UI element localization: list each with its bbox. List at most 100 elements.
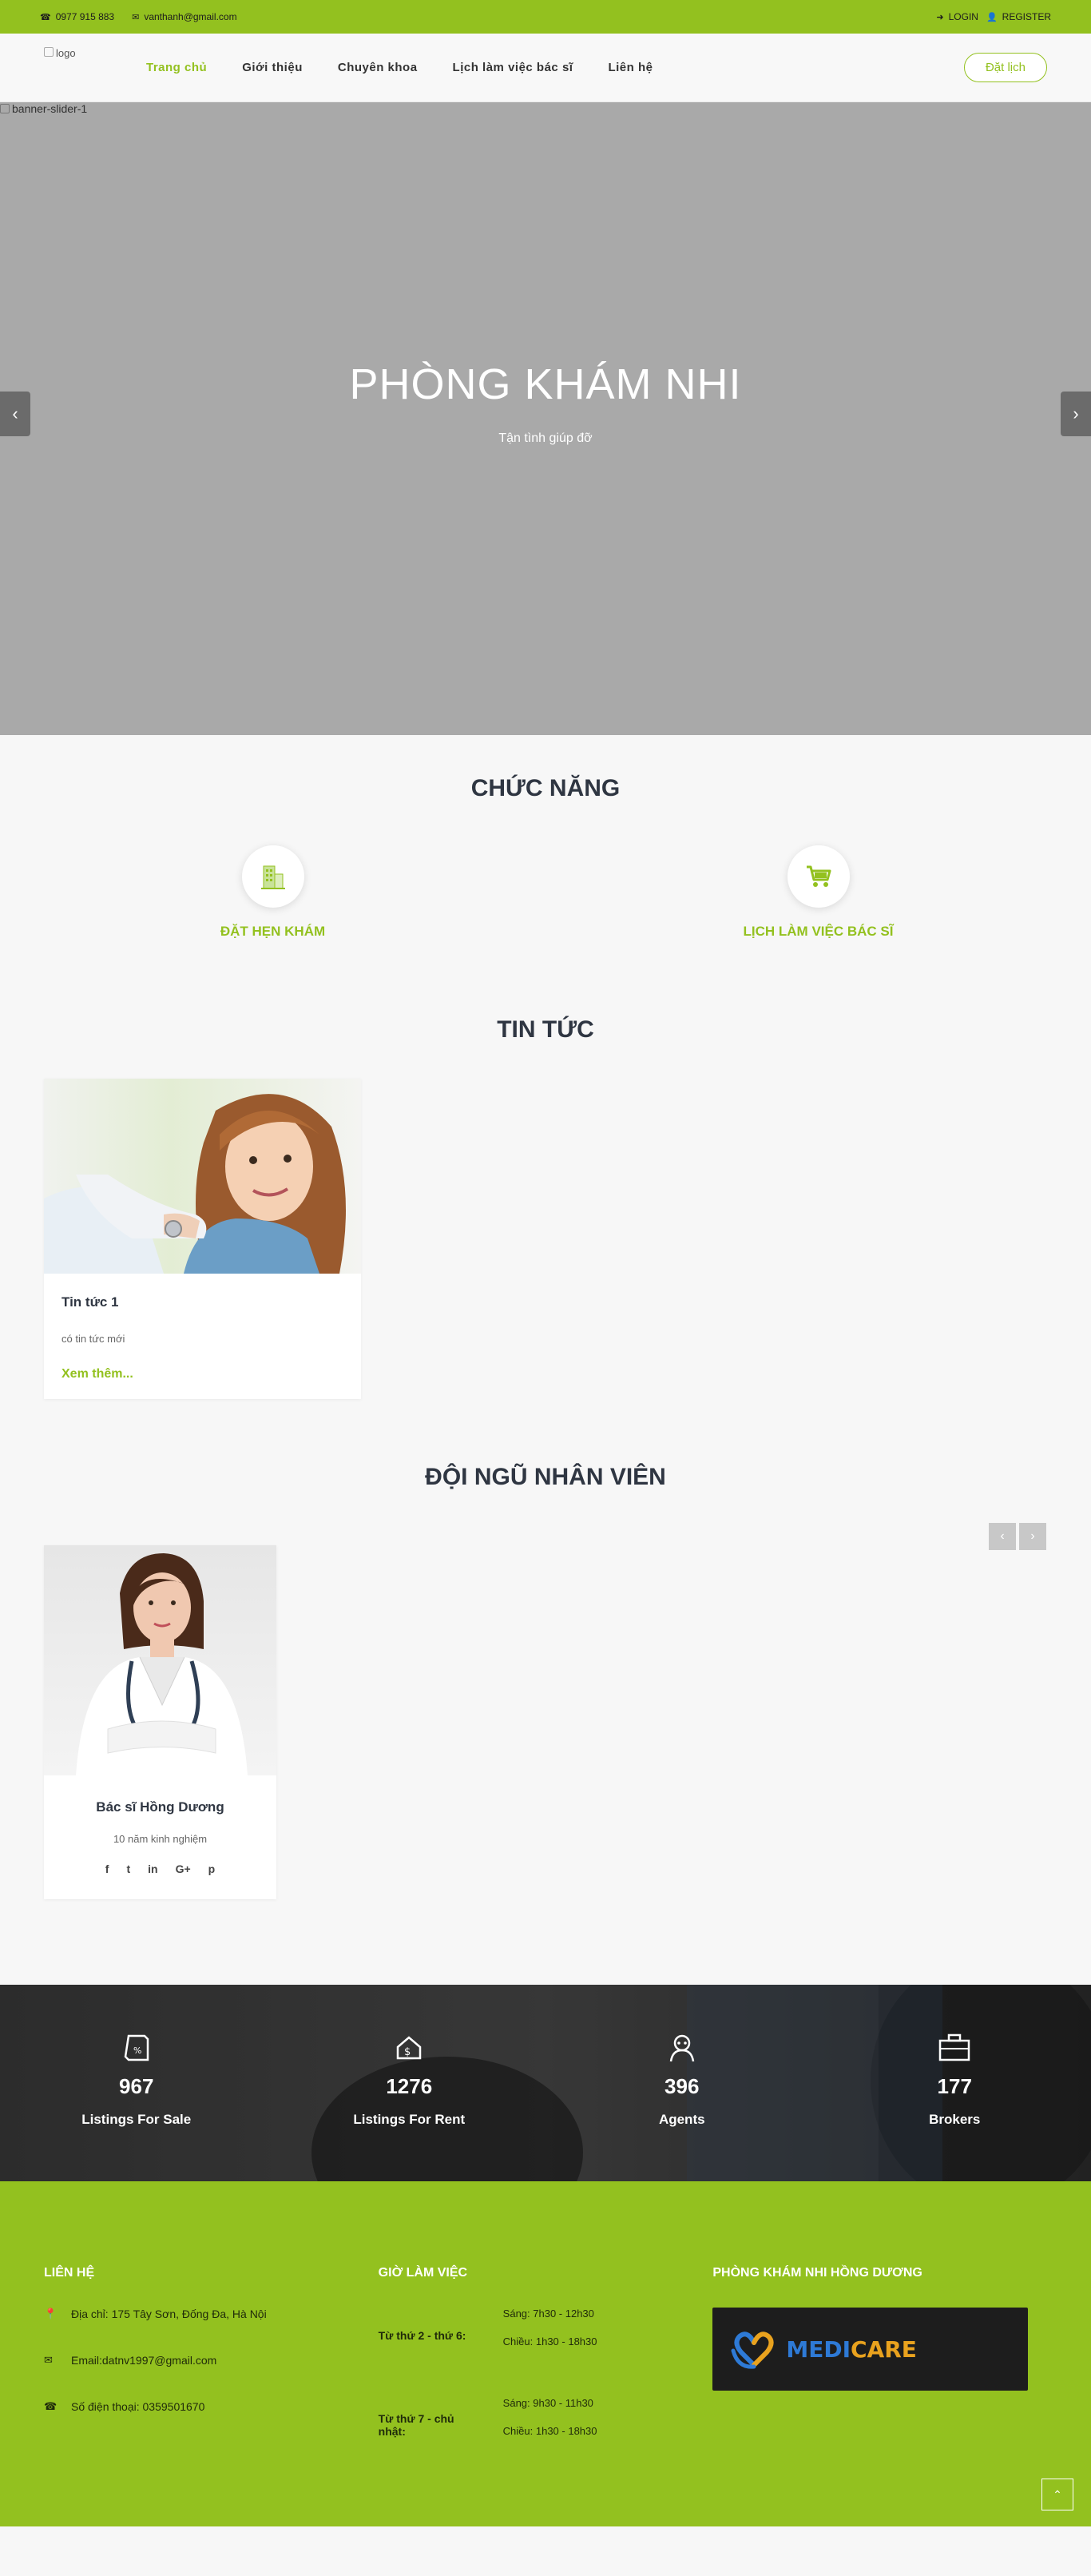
house-dollar-icon: $ — [397, 2036, 422, 2060]
feature-doctor-schedule[interactable]: LỊCH LÀM VIỆC BÁC SĨ — [546, 845, 1091, 940]
footer-phone[interactable]: ☎ Số điện thoại: 0359501670 — [44, 2400, 379, 2413]
hero-slider: banner-slider-1 PHÒNG KHÁM NHI Tận tình … — [0, 102, 1091, 735]
login-label: LOGIN — [948, 11, 978, 22]
news-card[interactable]: Tin tức 1 có tin tức mới Xem thêm... — [44, 1079, 361, 1399]
stat-value: 967 — [119, 2074, 154, 2098]
feature-label: ĐẶT HẸN KHÁM — [220, 924, 326, 939]
footer-hours-title: GIỜ LÀM VIỆC — [378, 2266, 468, 2280]
stat-value: 177 — [937, 2074, 972, 2098]
register-link[interactable]: 👤 REGISTER — [986, 11, 1051, 22]
footer-address: 📍 Địa chỉ: 175 Tây Sơn, Đống Đa, Hà Nội — [44, 2308, 379, 2320]
team-next-button[interactable]: › — [1019, 1523, 1046, 1550]
login-link[interactable]: ➜ LOGIN — [936, 11, 978, 22]
hero-image-alt: banner-slider-1 — [0, 102, 87, 115]
weekend-morning: Sáng: 9h30 - 11h30 — [502, 2397, 593, 2409]
chevron-right-icon: › — [1073, 403, 1079, 423]
menu: Trang chủ Giới thiệu Chuyên khoa Lịch là… — [146, 61, 653, 74]
register-label: REGISTER — [1002, 11, 1051, 22]
user-icon: 👤 — [986, 12, 998, 22]
stat-value: 1276 — [386, 2074, 433, 2098]
svg-text:%: % — [133, 2045, 141, 2056]
twitter-icon[interactable]: t — [126, 1862, 130, 1875]
broken-image-icon — [44, 46, 54, 57]
news-title: TIN TỨC — [497, 1016, 594, 1043]
footer-email-text: Email:datnv1997@gmail.com — [71, 2354, 217, 2367]
pinterest-icon[interactable]: p — [208, 1862, 216, 1875]
doctor-card-body: Bác sĩ Hồng Dương 10 năm kinh nghiệm f t… — [44, 1775, 276, 1899]
doctor-experience: 10 năm kinh nghiệm — [113, 1833, 208, 1845]
read-more-link[interactable]: Xem thêm... — [61, 1367, 343, 1381]
team-prev-button[interactable]: ‹ — [989, 1523, 1016, 1550]
stat-value: 396 — [665, 2074, 700, 2098]
stat-label: Agents — [658, 2112, 705, 2127]
features-row: ĐẶT HẸN KHÁM LỊCH LÀM VIỆC BÁC SĨ — [0, 845, 1091, 940]
footer-clinic-title: PHÒNG KHÁM NHI HỒNG DƯƠNG — [712, 2266, 922, 2280]
stat-label: Brokers — [929, 2112, 981, 2127]
hours-weekdays-label: Từ thứ 2 - thứ 6: — [378, 2329, 466, 2342]
features-section: CHỨC NĂNG ĐẶT HẸN KHÁM LỊCH LÀM VIỆC BÁC… — [0, 735, 1091, 1016]
facebook-icon[interactable]: f — [105, 1862, 109, 1875]
nav-item-specialties[interactable]: Chuyên khoa — [338, 61, 418, 74]
medicare-logo: MEDICARE — [712, 2308, 1029, 2391]
weekday-afternoon: Chiều: 1h30 - 18h30 — [502, 2335, 597, 2347]
google-plus-icon[interactable]: G+ — [176, 1862, 191, 1875]
tag-icon: % — [124, 2034, 149, 2061]
weekend-afternoon: Chiều: 1h30 - 18h30 — [502, 2425, 597, 2437]
news-card-title[interactable]: Tin tức 1 — [61, 1294, 343, 1310]
envelope-icon: ✉ — [132, 12, 140, 22]
nav-item-doctor-schedule[interactable]: Lịch làm việc bác sĩ — [453, 61, 573, 74]
back-to-top-button[interactable]: ⌃ — [1041, 2479, 1073, 2510]
nav-item-contact[interactable]: Liên hệ — [608, 61, 653, 74]
nav-item-home[interactable]: Trang chủ — [146, 61, 207, 74]
footer-phone-text: Số điện thoại: 0359501670 — [71, 2400, 205, 2413]
hours-weekdays-times: Sáng: 7h30 - 12h30 Chiều: 1h30 - 18h30 — [503, 2308, 713, 2363]
weekday-morning: Sáng: 7h30 - 12h30 — [502, 2308, 594, 2320]
child-patient-photo — [44, 1079, 361, 1274]
stats-section: % 967 Listings For Sale $ 1276 Listings … — [0, 1985, 1091, 2181]
nav-item-about[interactable]: Giới thiệu — [242, 61, 303, 74]
top-email-text: vanthanh@gmail.com — [144, 11, 237, 22]
phone-icon: ☎ — [44, 2400, 58, 2412]
doctor-card[interactable]: Bác sĩ Hồng Dương 10 năm kinh nghiệm f t… — [44, 1545, 276, 1899]
features-title: CHỨC NĂNG — [470, 775, 621, 801]
top-phone[interactable]: ☎ 0977 915 883 — [40, 11, 114, 22]
heart-hands-icon — [731, 2332, 774, 2369]
stat-label: Listings For Sale — [81, 2112, 192, 2127]
top-phone-text: 0977 915 883 — [55, 11, 115, 22]
hero-alt-text: banner-slider-1 — [12, 102, 88, 115]
stat-item: 177 Brokers — [819, 1985, 1091, 2181]
doctor-photo — [44, 1545, 276, 1775]
footer-email[interactable]: ✉ Email:datnv1997@gmail.com — [44, 2354, 379, 2367]
sign-in-icon: ➜ — [936, 12, 944, 22]
svg-text:$: $ — [404, 2046, 411, 2058]
top-email[interactable]: ✉ vanthanh@gmail.com — [132, 11, 236, 22]
slider-prev-button[interactable]: ‹ — [0, 392, 30, 436]
news-image — [44, 1079, 361, 1274]
footer: LIÊN HỆ 📍 Địa chỉ: 175 Tây Sơn, Đống Đa,… — [0, 2181, 1091, 2526]
feature-icon-circle — [787, 845, 850, 908]
news-card-excerpt: có tin tức mới — [61, 1333, 125, 1345]
cart-icon — [806, 865, 831, 887]
logo-alt-text: logo — [56, 46, 76, 59]
stat-item: $ 1276 Listings For Rent — [273, 1985, 546, 2181]
logo[interactable]: logo — [44, 46, 101, 79]
linkedin-icon[interactable]: in — [148, 1862, 157, 1875]
brand-medi: MEDI — [786, 2335, 851, 2363]
feature-book-appointment[interactable]: ĐẶT HẸN KHÁM — [0, 845, 546, 940]
hours-table: Từ thứ 2 - thứ 6: Sáng: 7h30 - 12h30 Chi… — [379, 2308, 713, 2453]
main-nav: logo Trang chủ Giới thiệu Chuyên khoa Lị… — [0, 34, 1091, 102]
phone-icon: ☎ — [40, 12, 51, 22]
doctor-socials: f t in G+ p — [44, 1862, 276, 1875]
slider-next-button[interactable]: › — [1061, 392, 1091, 436]
footer-contact: LIÊN HỆ 📍 Địa chỉ: 175 Tây Sơn, Đống Đa,… — [44, 2181, 379, 2526]
team-carousel-nav: ‹ › — [989, 1523, 1046, 1550]
book-appointment-button[interactable]: Đặt lịch — [963, 53, 1047, 82]
feature-label: LỊCH LÀM VIỆC BÁC SĨ — [743, 924, 894, 939]
doctor-portrait — [44, 1545, 276, 1775]
footer-contact-title: LIÊN HỆ — [44, 2266, 95, 2280]
building-icon — [260, 865, 285, 889]
footer-hours: GIỜ LÀM VIỆC Từ thứ 2 - thứ 6: Sáng: 7h3… — [379, 2181, 713, 2526]
hero-subtitle: Tận tình giúp đỡ — [498, 431, 593, 445]
map-marker-icon: 📍 — [44, 2308, 58, 2320]
hours-weekend-label: Từ thứ 7 - chủ nhật: — [378, 2412, 454, 2438]
